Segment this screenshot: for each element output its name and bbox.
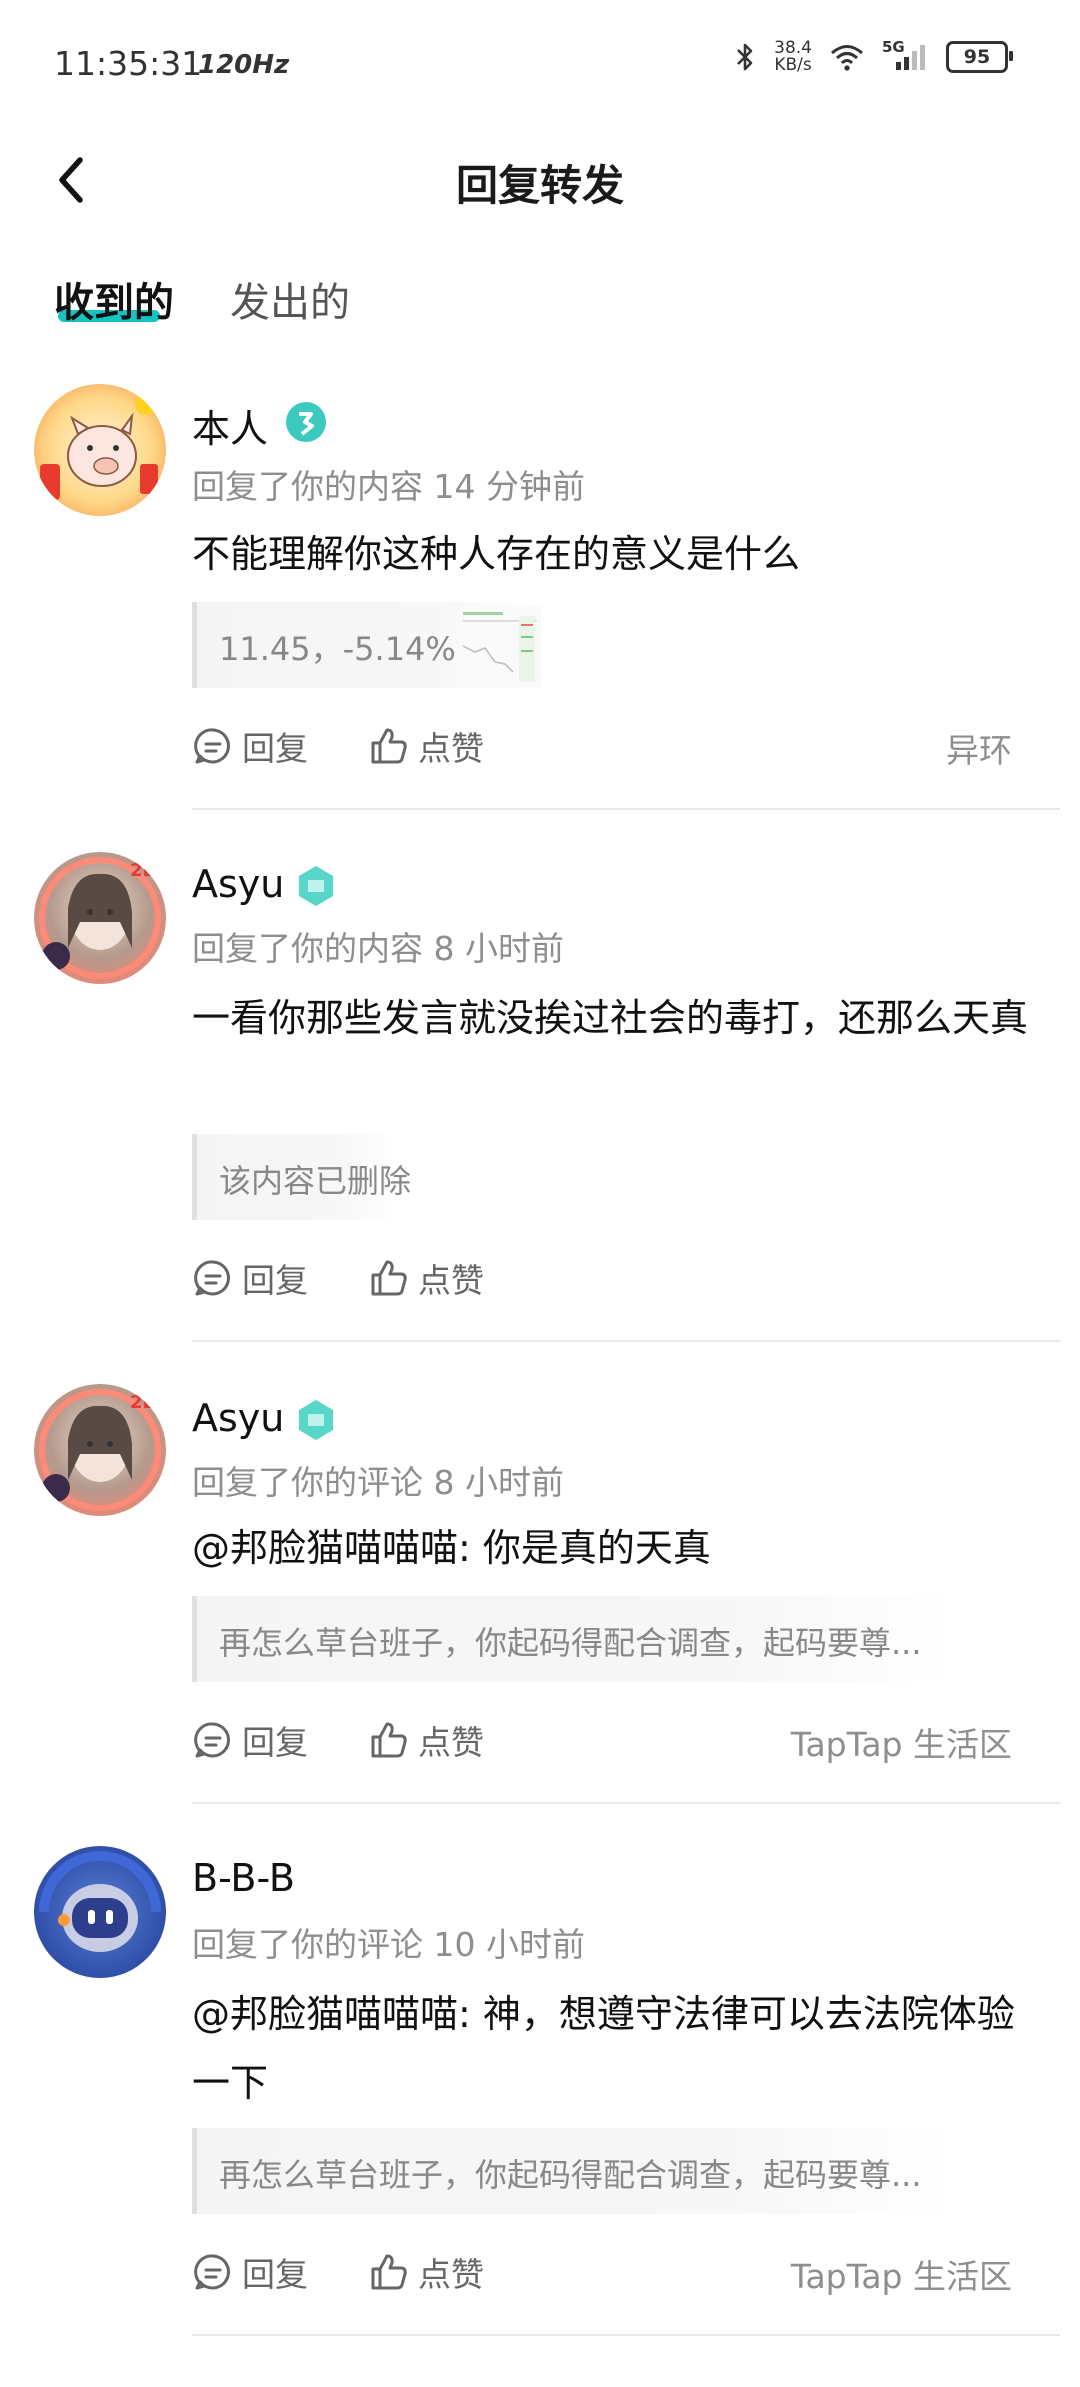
thumbs-up-icon <box>371 728 407 764</box>
username[interactable]: B-B-B <box>192 1856 295 1900</box>
quote-thumbnail-image <box>459 606 541 688</box>
tab-sent[interactable]: 发出的 <box>230 270 350 328</box>
quoted-text: 再怎么草台班子，你起码得配合调查，起码要尊... <box>219 2156 922 2194</box>
username[interactable]: Asyu <box>192 862 284 906</box>
source-label[interactable]: 异环 <box>946 724 1012 772</box>
divider <box>192 1802 1060 1804</box>
divider <box>192 2334 1060 2336</box>
source-label[interactable]: TapTap 生活区 <box>791 2250 1012 2298</box>
divider <box>192 1340 1060 1342</box>
like-label: 点赞 <box>418 2255 484 2294</box>
net-speed-unit: KB/s <box>774 55 812 75</box>
reply-button[interactable]: 回复 <box>192 1716 308 1764</box>
header: 回复转发 <box>0 130 1080 230</box>
like-label: 点赞 <box>418 729 484 768</box>
reply-button[interactable]: 回复 <box>192 1254 308 1302</box>
avatar[interactable] <box>34 1846 166 1978</box>
reply-button[interactable]: 回复 <box>192 2248 308 2296</box>
reply-label: 回复 <box>242 2255 308 2294</box>
reply-button[interactable]: 回复 <box>192 722 308 770</box>
verified-badge-icon <box>299 866 333 906</box>
source-label[interactable]: TapTap 生活区 <box>791 1718 1012 1766</box>
reply-meta: 回复了你的内容 14 分钟前 <box>192 467 585 506</box>
comment-icon <box>194 2254 230 2290</box>
reply-label: 回复 <box>242 1723 308 1762</box>
reply-meta: 回复了你的评论 10 小时前 <box>192 1925 585 1964</box>
like-label: 点赞 <box>418 1723 484 1762</box>
quoted-content[interactable]: 再怎么草台班子，你起码得配合调查，起码要尊... <box>192 2128 957 2214</box>
quoted-content[interactable]: 该内容已删除 <box>192 1134 411 1220</box>
like-button[interactable]: 点赞 <box>368 722 484 770</box>
like-button[interactable]: 点赞 <box>368 1254 484 1302</box>
status-bar: 11:35:31 120Hz 38.4 KB/s 5G 95 <box>0 0 1080 130</box>
thumbs-up-icon <box>371 1722 407 1758</box>
comment-icon <box>194 1722 230 1758</box>
status-time: 11:35:31 <box>54 44 203 83</box>
item-actions: 回复 点赞 TapTap 生活区 <box>192 1716 1012 1766</box>
comment-icon <box>194 728 230 764</box>
user-photo-avatar-icon: 2D <box>39 857 161 979</box>
like-button[interactable]: 点赞 <box>368 1716 484 1764</box>
quoted-content[interactable]: 11.45，-5.14% <box>192 602 541 688</box>
reply-content[interactable]: 不能理解你这种人存在的意义是什么 <box>192 520 1032 589</box>
thumbs-up-icon <box>371 1260 407 1296</box>
refresh-rate: 120Hz <box>198 50 290 80</box>
pig-avatar-icon <box>40 393 158 500</box>
quoted-content[interactable]: 再怎么草台班子，你起码得配合调查，起码要尊... <box>192 1596 957 1682</box>
reply-label: 回复 <box>242 729 308 768</box>
reply-content[interactable]: @邦脸猫喵喵喵: 神，想遵守法律可以去法院体验一下 <box>192 1980 1032 2118</box>
verified-badge-icon <box>299 1400 333 1440</box>
reply-content[interactable]: 一看你那些发言就没挨过社会的毒打，还那么天真 <box>192 984 1032 1053</box>
user-photo-avatar-icon: 2D <box>39 1389 161 1511</box>
divider <box>192 808 1060 810</box>
signal-icon <box>896 45 925 70</box>
thumbs-up-icon <box>371 2254 407 2290</box>
item-actions: 回复 点赞 异环 <box>192 722 1012 772</box>
reply-label: 回复 <box>242 1261 308 1300</box>
battery-icon: 95 <box>946 41 1013 73</box>
status-icons: 38.4 KB/s 5G 95 <box>734 38 1013 74</box>
robot-avatar-icon <box>39 1851 161 1952</box>
level-badge-icon <box>286 402 326 442</box>
svg-text:2D: 2D <box>130 860 157 881</box>
avatar[interactable]: 2D <box>34 1384 166 1516</box>
username[interactable]: Asyu <box>192 1396 284 1440</box>
tab-received[interactable]: 收到的 <box>54 270 174 328</box>
tab-received-label: 收到的 <box>54 280 174 326</box>
signal-indicator: 5G <box>882 38 928 72</box>
quoted-text: 该内容已删除 <box>219 1162 412 1200</box>
comment-icon <box>194 1260 230 1296</box>
bluetooth-icon <box>737 43 753 71</box>
page-title: 回复转发 <box>455 161 624 210</box>
avatar[interactable]: 2D <box>34 852 166 984</box>
reply-meta: 回复了你的评论 8 小时前 <box>192 1463 564 1502</box>
net-speed: 38.4 KB/s <box>774 40 812 74</box>
avatar[interactable] <box>34 384 166 516</box>
item-actions: 回复 点赞 TapTap 生活区 <box>192 2248 1012 2298</box>
quoted-text: 再怎么草台班子，你起码得配合调查，起码要尊... <box>219 1624 922 1662</box>
wifi-icon <box>831 45 863 71</box>
tab-sent-label: 发出的 <box>230 280 350 326</box>
reply-meta: 回复了你的内容 8 小时前 <box>192 929 564 968</box>
username[interactable]: 本人 <box>192 398 268 453</box>
battery-level: 95 <box>963 46 991 68</box>
like-label: 点赞 <box>418 1261 484 1300</box>
like-button[interactable]: 点赞 <box>368 2248 484 2296</box>
reply-content[interactable]: @邦脸猫喵喵喵: 你是真的天真 <box>192 1514 1032 1583</box>
item-actions: 回复 点赞 <box>192 1254 1012 1304</box>
svg-text:2D: 2D <box>130 1392 157 1413</box>
quoted-text: 11.45，-5.14% <box>219 630 456 668</box>
